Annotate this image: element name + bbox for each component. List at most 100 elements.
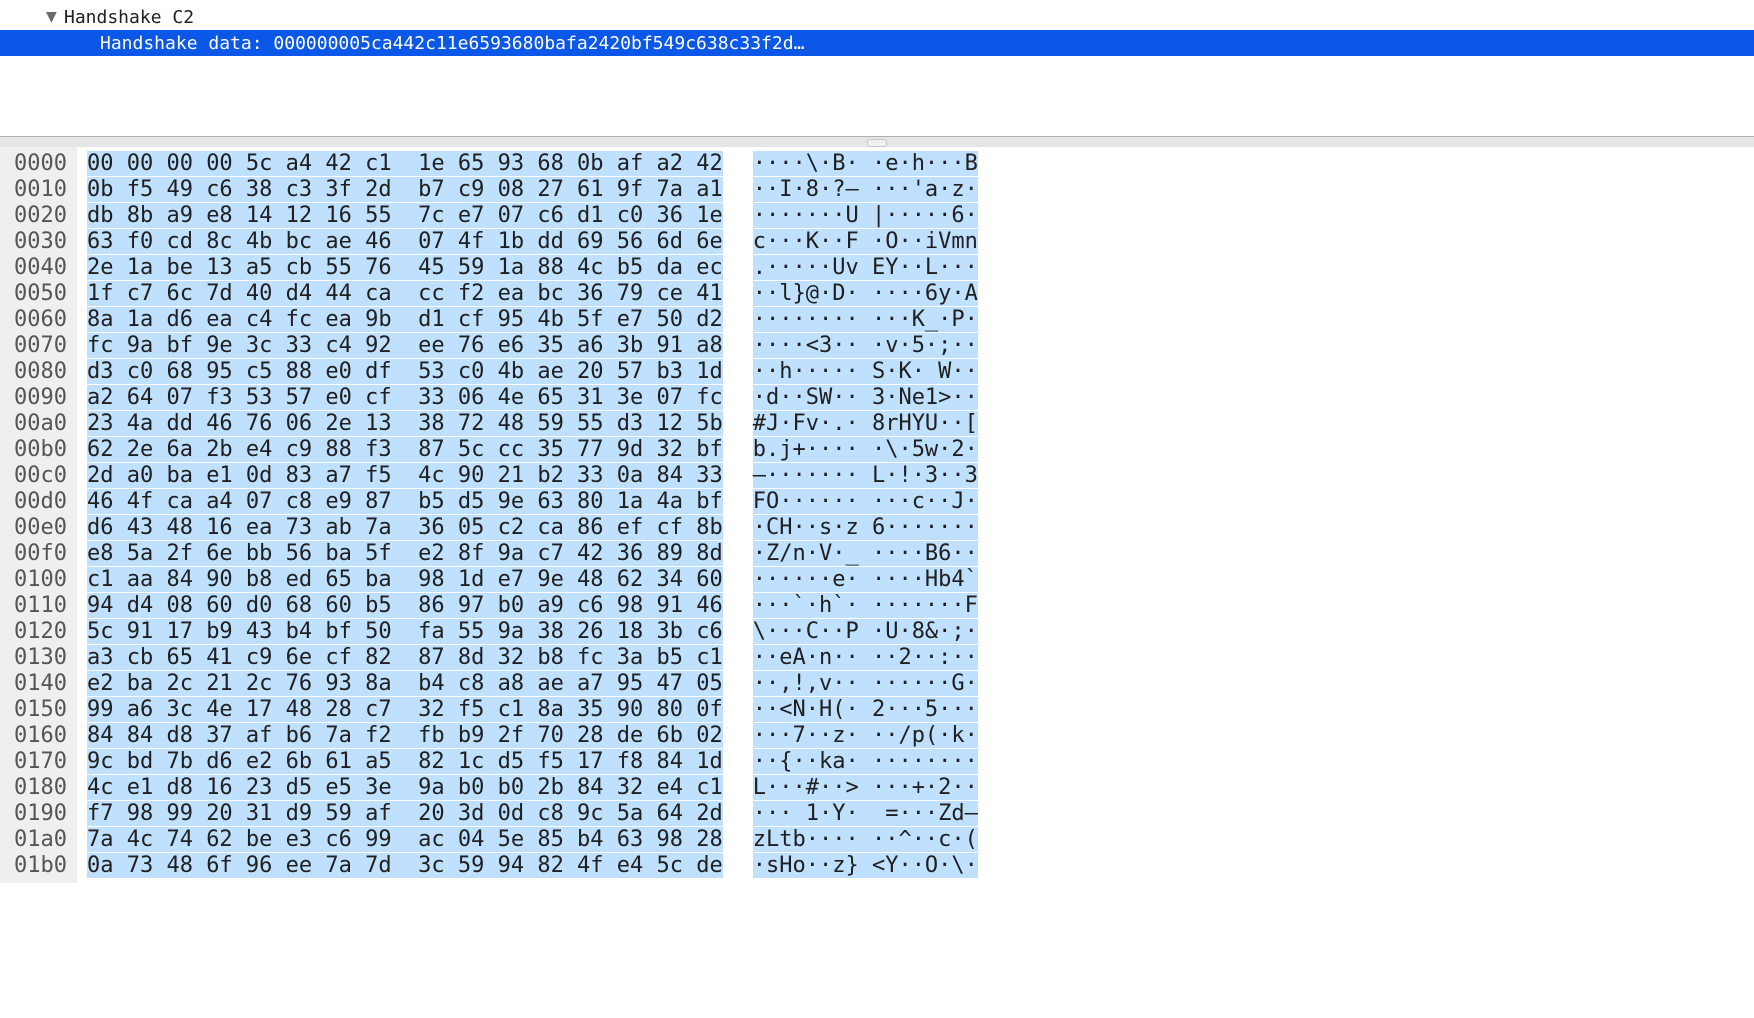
- ascii-row[interactable]: .·····Uv EY··L···: [753, 255, 978, 281]
- hex-bytes-selected[interactable]: 84 84 d8 37 af b6 7a f2 fb b9 2f 70 28 d…: [87, 723, 723, 748]
- hex-row[interactable]: 2d a0 ba e1 0d 83 a7 f5 4c 90 21 b2 33 0…: [87, 463, 723, 489]
- hex-row[interactable]: e2 ba 2c 21 2c 76 93 8a b4 c8 a8 ae a7 9…: [87, 671, 723, 697]
- hex-ascii-column[interactable]: ····\·B· ·e·h···B··I·8·?– ···'a·z·······…: [723, 147, 978, 883]
- ascii-row[interactable]: ···7··z· ··/p(·k·: [753, 723, 978, 749]
- ascii-row[interactable]: ··,!,v·· ······G·: [753, 671, 978, 697]
- ascii-row[interactable]: ·CH··s·z 6·······: [753, 515, 978, 541]
- ascii-row[interactable]: ····\·B· ·e·h···B: [753, 151, 978, 177]
- ascii-row[interactable]: ··l}@·D· ····6y·A: [753, 281, 978, 307]
- ascii-bytes-selected[interactable]: ··h····· S·K· W··: [753, 359, 978, 384]
- pane-splitter[interactable]: [0, 136, 1754, 147]
- hex-row[interactable]: 84 84 d8 37 af b6 7a f2 fb b9 2f 70 28 d…: [87, 723, 723, 749]
- ascii-bytes-selected[interactable]: ··I·8·?– ···'a·z·: [753, 177, 978, 202]
- hex-row[interactable]: a2 64 07 f3 53 57 e0 cf 33 06 4e 65 31 3…: [87, 385, 723, 411]
- hex-bytes-selected[interactable]: fc 9a bf 9e 3c 33 c4 92 ee 76 e6 35 a6 3…: [87, 333, 723, 358]
- ascii-row[interactable]: ··{··ka· ········: [753, 749, 978, 775]
- ascii-row[interactable]: #J·Fv·.· 8rHYU··[: [753, 411, 978, 437]
- ascii-bytes-selected[interactable]: ··l}@·D· ····6y·A: [753, 281, 978, 306]
- ascii-row[interactable]: ·Z/n·V·_ ····B6··: [753, 541, 978, 567]
- hex-row[interactable]: 1f c7 6c 7d 40 d4 44 ca cc f2 ea bc 36 7…: [87, 281, 723, 307]
- ascii-row[interactable]: \···C··P ·U·8&·;·: [753, 619, 978, 645]
- ascii-row[interactable]: L···#··> ···+·2··: [753, 775, 978, 801]
- hex-bytes-selected[interactable]: 63 f0 cd 8c 4b bc ae 46 07 4f 1b dd 69 5…: [87, 229, 723, 254]
- ascii-row[interactable]: b.j+···· ·\·5w·2·: [753, 437, 978, 463]
- hex-row[interactable]: d6 43 48 16 ea 73 ab 7a 36 05 c2 ca 86 e…: [87, 515, 723, 541]
- hex-row[interactable]: a3 cb 65 41 c9 6e cf 82 87 8d 32 b8 fc 3…: [87, 645, 723, 671]
- ascii-bytes-selected[interactable]: ······e· ····Hb4`: [753, 567, 978, 592]
- ascii-bytes-selected[interactable]: ········ ···K_·P·: [753, 307, 978, 332]
- hex-row[interactable]: 4c e1 d8 16 23 d5 e5 3e 9a b0 b0 2b 84 3…: [87, 775, 723, 801]
- ascii-bytes-selected[interactable]: L···#··> ···+·2··: [753, 775, 978, 800]
- ascii-row[interactable]: –······· L·!·3··3: [753, 463, 978, 489]
- hex-row[interactable]: d3 c0 68 95 c5 88 e0 df 53 c0 4b ae 20 5…: [87, 359, 723, 385]
- hex-bytes-selected[interactable]: 9c bd 7b d6 e2 6b 61 a5 82 1c d5 f5 17 f…: [87, 749, 723, 774]
- ascii-row[interactable]: FO······ ···c··J·: [753, 489, 978, 515]
- ascii-row[interactable]: ····<3·· ·v·5·;··: [753, 333, 978, 359]
- hex-row[interactable]: 2e 1a be 13 a5 cb 55 76 45 59 1a 88 4c b…: [87, 255, 723, 281]
- ascii-bytes-selected[interactable]: ··eA·n·· ··2··:··: [753, 645, 978, 670]
- hex-row[interactable]: 62 2e 6a 2b e4 c9 88 f3 87 5c cc 35 77 9…: [87, 437, 723, 463]
- hex-bytes-selected[interactable]: 2d a0 ba e1 0d 83 a7 f5 4c 90 21 b2 33 0…: [87, 463, 723, 488]
- ascii-bytes-selected[interactable]: zLtb···· ··^··c·(: [753, 827, 978, 852]
- hex-row[interactable]: 0a 73 48 6f 96 ee 7a 7d 3c 59 94 82 4f e…: [87, 853, 723, 879]
- hex-row[interactable]: f7 98 99 20 31 d9 59 af 20 3d 0d c8 9c 5…: [87, 801, 723, 827]
- ascii-bytes-selected[interactable]: ····\·B· ·e·h···B: [753, 151, 978, 176]
- hex-bytes-selected[interactable]: d6 43 48 16 ea 73 ab 7a 36 05 c2 ca 86 e…: [87, 515, 723, 540]
- hex-row[interactable]: fc 9a bf 9e 3c 33 c4 92 ee 76 e6 35 a6 3…: [87, 333, 723, 359]
- hex-row[interactable]: 5c 91 17 b9 43 b4 bf 50 fa 55 9a 38 26 1…: [87, 619, 723, 645]
- ascii-bytes-selected[interactable]: ·······U |·····6·: [753, 203, 978, 228]
- hex-bytes-selected[interactable]: e2 ba 2c 21 2c 76 93 8a b4 c8 a8 ae a7 9…: [87, 671, 723, 696]
- hex-bytes-selected[interactable]: e8 5a 2f 6e bb 56 ba 5f e2 8f 9a c7 42 3…: [87, 541, 723, 566]
- ascii-bytes-selected[interactable]: #J·Fv·.· 8rHYU··[: [753, 411, 978, 436]
- ascii-bytes-selected[interactable]: ··{··ka· ········: [753, 749, 978, 774]
- hex-bytes-selected[interactable]: a2 64 07 f3 53 57 e0 cf 33 06 4e 65 31 3…: [87, 385, 723, 410]
- hex-row[interactable]: 00 00 00 00 5c a4 42 c1 1e 65 93 68 0b a…: [87, 151, 723, 177]
- hex-bytes-selected[interactable]: 94 d4 08 60 d0 68 60 b5 86 97 b0 a9 c6 9…: [87, 593, 723, 618]
- hex-bytes-selected[interactable]: 8a 1a d6 ea c4 fc ea 9b d1 cf 95 4b 5f e…: [87, 307, 723, 332]
- hex-bytes-selected[interactable]: a3 cb 65 41 c9 6e cf 82 87 8d 32 b8 fc 3…: [87, 645, 723, 670]
- ascii-row[interactable]: ········ ···K_·P·: [753, 307, 978, 333]
- hex-bytes-selected[interactable]: 0a 73 48 6f 96 ee 7a 7d 3c 59 94 82 4f e…: [87, 853, 723, 878]
- hex-bytes-selected[interactable]: c1 aa 84 90 b8 ed 65 ba 98 1d e7 9e 48 6…: [87, 567, 723, 592]
- ascii-bytes-selected[interactable]: ··,!,v·· ······G·: [753, 671, 978, 696]
- ascii-row[interactable]: ··I·8·?– ···'a·z·: [753, 177, 978, 203]
- ascii-bytes-selected[interactable]: ·d··SW·· 3·Ne1>··: [753, 385, 978, 410]
- ascii-row[interactable]: ··eA·n·· ··2··:··: [753, 645, 978, 671]
- hex-bytes-selected[interactable]: 00 00 00 00 5c a4 42 c1 1e 65 93 68 0b a…: [87, 151, 723, 176]
- ascii-row[interactable]: ··<N·H(· 2···5···: [753, 697, 978, 723]
- tree-field-handshake-data[interactable]: Handshake data: 000000005ca442c11e659368…: [0, 30, 1754, 56]
- hex-bytes-selected[interactable]: 62 2e 6a 2b e4 c9 88 f3 87 5c cc 35 77 9…: [87, 437, 723, 462]
- hex-bytes-selected[interactable]: 46 4f ca a4 07 c8 e9 87 b5 d5 9e 63 80 1…: [87, 489, 723, 514]
- hex-row[interactable]: 9c bd 7b d6 e2 6b 61 a5 82 1c d5 f5 17 f…: [87, 749, 723, 775]
- ascii-bytes-selected[interactable]: ····<3·· ·v·5·;··: [753, 333, 978, 358]
- hex-bytes-selected[interactable]: 4c e1 d8 16 23 d5 e5 3e 9a b0 b0 2b 84 3…: [87, 775, 723, 800]
- ascii-bytes-selected[interactable]: FO······ ···c··J·: [753, 489, 978, 514]
- hex-row[interactable]: 23 4a dd 46 76 06 2e 13 38 72 48 59 55 d…: [87, 411, 723, 437]
- ascii-row[interactable]: ··· 1·Y· =···Zd–: [753, 801, 978, 827]
- hex-bytes-selected[interactable]: d3 c0 68 95 c5 88 e0 df 53 c0 4b ae 20 5…: [87, 359, 723, 384]
- ascii-bytes-selected[interactable]: c···K··F ·O··iVmn: [753, 229, 978, 254]
- ascii-bytes-selected[interactable]: ··<N·H(· 2···5···: [753, 697, 978, 722]
- ascii-bytes-selected[interactable]: b.j+···· ·\·5w·2·: [753, 437, 978, 462]
- hex-row[interactable]: 94 d4 08 60 d0 68 60 b5 86 97 b0 a9 c6 9…: [87, 593, 723, 619]
- hex-bytes-selected[interactable]: db 8b a9 e8 14 12 16 55 7c e7 07 c6 d1 c…: [87, 203, 723, 228]
- ascii-row[interactable]: ·d··SW·· 3·Ne1>··: [753, 385, 978, 411]
- hex-bytes-selected[interactable]: f7 98 99 20 31 d9 59 af 20 3d 0d c8 9c 5…: [87, 801, 723, 826]
- hex-bytes-selected[interactable]: 5c 91 17 b9 43 b4 bf 50 fa 55 9a 38 26 1…: [87, 619, 723, 644]
- hex-row[interactable]: 8a 1a d6 ea c4 fc ea 9b d1 cf 95 4b 5f e…: [87, 307, 723, 333]
- hex-row[interactable]: 0b f5 49 c6 38 c3 3f 2d b7 c9 08 27 61 9…: [87, 177, 723, 203]
- ascii-bytes-selected[interactable]: ·Z/n·V·_ ····B6··: [753, 541, 978, 566]
- hex-dump-pane[interactable]: 0000001000200030004000500060007000800090…: [0, 147, 1754, 883]
- hex-bytes-selected[interactable]: 7a 4c 74 62 be e3 c6 99 ac 04 5e 85 b4 6…: [87, 827, 723, 852]
- packet-details-pane[interactable]: ▼ Handshake C2 Handshake data: 000000005…: [0, 0, 1754, 136]
- hex-bytes-selected[interactable]: 99 a6 3c 4e 17 48 28 c7 32 f5 c1 8a 35 9…: [87, 697, 723, 722]
- ascii-row[interactable]: c···K··F ·O··iVmn: [753, 229, 978, 255]
- ascii-row[interactable]: ··h····· S·K· W··: [753, 359, 978, 385]
- ascii-row[interactable]: zLtb···· ··^··c·(: [753, 827, 978, 853]
- ascii-row[interactable]: ······e· ····Hb4`: [753, 567, 978, 593]
- hex-row[interactable]: 63 f0 cd 8c 4b bc ae 46 07 4f 1b dd 69 5…: [87, 229, 723, 255]
- ascii-row[interactable]: ·sHo··z} <Y··O·\·: [753, 853, 978, 879]
- ascii-bytes-selected[interactable]: ·sHo··z} <Y··O·\·: [753, 853, 978, 878]
- ascii-bytes-selected[interactable]: \···C··P ·U·8&·;·: [753, 619, 978, 644]
- ascii-bytes-selected[interactable]: ···7··z· ··/p(·k·: [753, 723, 978, 748]
